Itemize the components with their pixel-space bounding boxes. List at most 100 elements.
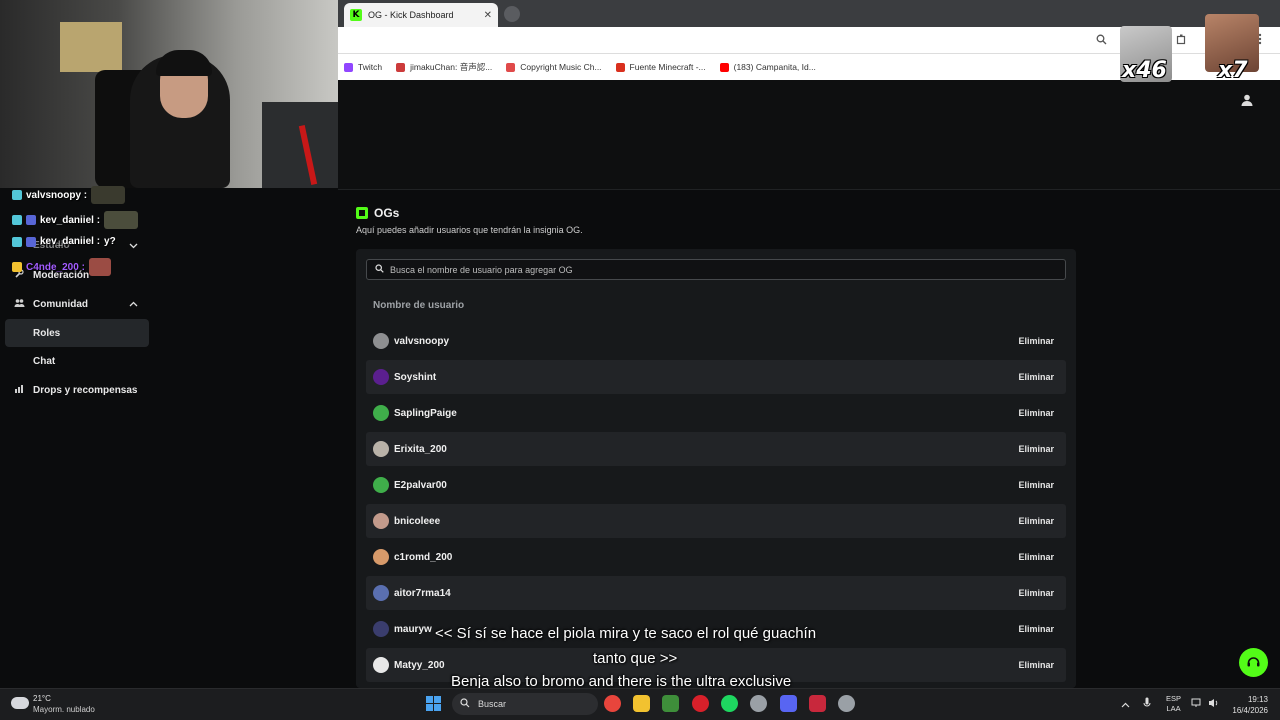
page-header-area <box>338 80 1280 190</box>
jimakuchan-icon <box>396 62 406 72</box>
delete-button[interactable]: Eliminar <box>1012 656 1060 674</box>
bookmark-jimakuchan[interactable]: jimakuChan: 音声認... <box>396 61 492 73</box>
chrome-icon[interactable] <box>604 695 621 712</box>
avatar <box>373 405 389 421</box>
search-icon <box>460 698 470 710</box>
taskbar-search[interactable]: Buscar <box>452 693 598 715</box>
browser-tab[interactable]: K OG - Kick Dashboard ✕ <box>344 3 498 27</box>
delete-button[interactable]: Eliminar <box>1012 584 1060 602</box>
badge-icon <box>12 215 22 225</box>
chevron-up-icon[interactable] <box>1121 700 1130 710</box>
weather-temperature[interactable]: 21°C <box>33 694 51 703</box>
delete-button[interactable]: Eliminar <box>1012 512 1060 530</box>
network-icon[interactable] <box>1191 698 1201 710</box>
discord-icon[interactable] <box>780 695 797 712</box>
webcam-monitor <box>262 102 338 188</box>
avatar <box>373 477 389 493</box>
delete-button[interactable]: Eliminar <box>1012 548 1060 566</box>
extensions-icon[interactable] <box>1176 34 1187 48</box>
page-title: OGs <box>356 206 399 220</box>
chat-message: kev_daniiel : <box>12 211 139 229</box>
username[interactable]: Soyshint <box>394 372 436 383</box>
og-badge-icon <box>356 207 368 219</box>
avatar <box>373 549 389 565</box>
subtitle-line: tanto que >> <box>593 650 678 667</box>
chevron-up-icon[interactable] <box>129 299 138 309</box>
zoom-icon[interactable] <box>1096 34 1107 48</box>
table-row: Soyshint Eliminar <box>366 360 1066 394</box>
bookmark-copyright-music[interactable]: Copyright Music Ch... <box>506 62 602 72</box>
browser-tab-bar: K OG - Kick Dashboard ✕ <box>338 0 1280 27</box>
badge-icon <box>12 190 22 200</box>
sidebar-item-drops[interactable]: Drops y recompensas <box>13 384 138 397</box>
username[interactable]: SaplingPaige <box>394 408 457 419</box>
language-indicator[interactable]: ESP LAA <box>1166 694 1181 714</box>
username[interactable]: Matyy_200 <box>394 660 445 671</box>
delete-button[interactable]: Eliminar <box>1012 476 1060 494</box>
avatar <box>373 369 389 385</box>
cloud-icon[interactable] <box>11 697 29 709</box>
delete-button[interactable]: Eliminar <box>1012 620 1060 638</box>
settings-icon[interactable] <box>838 695 855 712</box>
microphone-icon[interactable] <box>1143 697 1151 711</box>
avatar <box>373 657 389 673</box>
badge-icon <box>26 236 36 247</box>
emote-icon <box>104 211 139 229</box>
table-row: c1romd_200 Eliminar <box>366 540 1066 574</box>
badge-icon <box>26 215 36 225</box>
twitch-icon <box>344 62 353 72</box>
new-tab-button[interactable] <box>504 6 520 22</box>
table-row: valvsnoopy Eliminar <box>366 324 1066 358</box>
delete-button[interactable]: Eliminar <box>1012 404 1060 422</box>
cat-emote-count: x46 <box>1122 58 1167 83</box>
username[interactable]: E2palvar00 <box>394 480 447 491</box>
tab-title: OG - Kick Dashboard <box>368 10 454 20</box>
chevron-down-icon[interactable] <box>129 241 138 251</box>
delete-button[interactable]: Eliminar <box>1012 332 1060 350</box>
file-explorer-icon[interactable] <box>633 695 650 712</box>
username[interactable]: aitor7rma14 <box>394 588 451 599</box>
search-placeholder: Busca el nombre de usuario para agregar … <box>390 264 573 275</box>
table-row: E2palvar00 Eliminar <box>366 468 1066 502</box>
volume-icon[interactable] <box>1208 698 1220 710</box>
bookmark-fuente-minecraft[interactable]: Fuente Minecraft -... <box>615 62 706 72</box>
steam-icon[interactable] <box>750 695 767 712</box>
bookmark-campanita[interactable]: (183) Campanita, Id... <box>719 62 816 72</box>
face-emote-count: x7 <box>1218 58 1248 83</box>
search-input[interactable]: Busca el nombre de usuario para agregar … <box>366 259 1066 280</box>
spotify-icon[interactable] <box>721 695 738 712</box>
chat-message: valvsnoopy : <box>12 186 126 204</box>
kick-logo-icon: K <box>350 9 362 21</box>
close-tab-icon[interactable]: ✕ <box>484 10 492 21</box>
drops-icon <box>13 384 25 397</box>
webcam-person-cap <box>156 50 212 76</box>
username[interactable]: mauryw <box>394 624 432 635</box>
table-row: SaplingPaige Eliminar <box>366 396 1066 430</box>
avatar <box>373 585 389 601</box>
minecraft-icon[interactable] <box>662 695 679 712</box>
weather-description[interactable]: Mayorm. nublado <box>33 705 95 714</box>
opera-icon[interactable] <box>692 695 709 712</box>
delete-button[interactable]: Eliminar <box>1012 368 1060 386</box>
app-icon[interactable] <box>809 695 826 712</box>
windows-start-icon[interactable] <box>426 696 441 711</box>
username[interactable]: valvsnoopy <box>394 336 449 347</box>
sidebar-item-roles[interactable]: Roles <box>5 319 149 347</box>
user-menu-icon[interactable] <box>1240 93 1254 107</box>
username[interactable]: bnicoleee <box>394 516 440 527</box>
sidebar-item-comunidad[interactable]: Comunidad <box>13 298 88 311</box>
username[interactable]: Erixita_200 <box>394 444 447 455</box>
delete-button[interactable]: Eliminar <box>1012 440 1060 458</box>
username[interactable]: c1romd_200 <box>394 552 452 563</box>
sidebar-item-chat[interactable]: Chat <box>5 347 149 375</box>
webcam-poster <box>60 22 122 72</box>
clock[interactable]: 19:13 16/4/2026 <box>1230 694 1268 716</box>
avatar <box>373 333 389 349</box>
youtube-icon <box>719 62 729 72</box>
table-row: aitor7rma14 Eliminar <box>366 576 1066 610</box>
bookmark-twitch[interactable]: Twitch <box>344 62 382 72</box>
emote-icon <box>91 186 126 204</box>
help-chat-button[interactable] <box>1239 648 1268 677</box>
column-header-username: Nombre de usuario <box>373 300 465 311</box>
chat-message: kev_daniiel : y? <box>12 236 116 247</box>
